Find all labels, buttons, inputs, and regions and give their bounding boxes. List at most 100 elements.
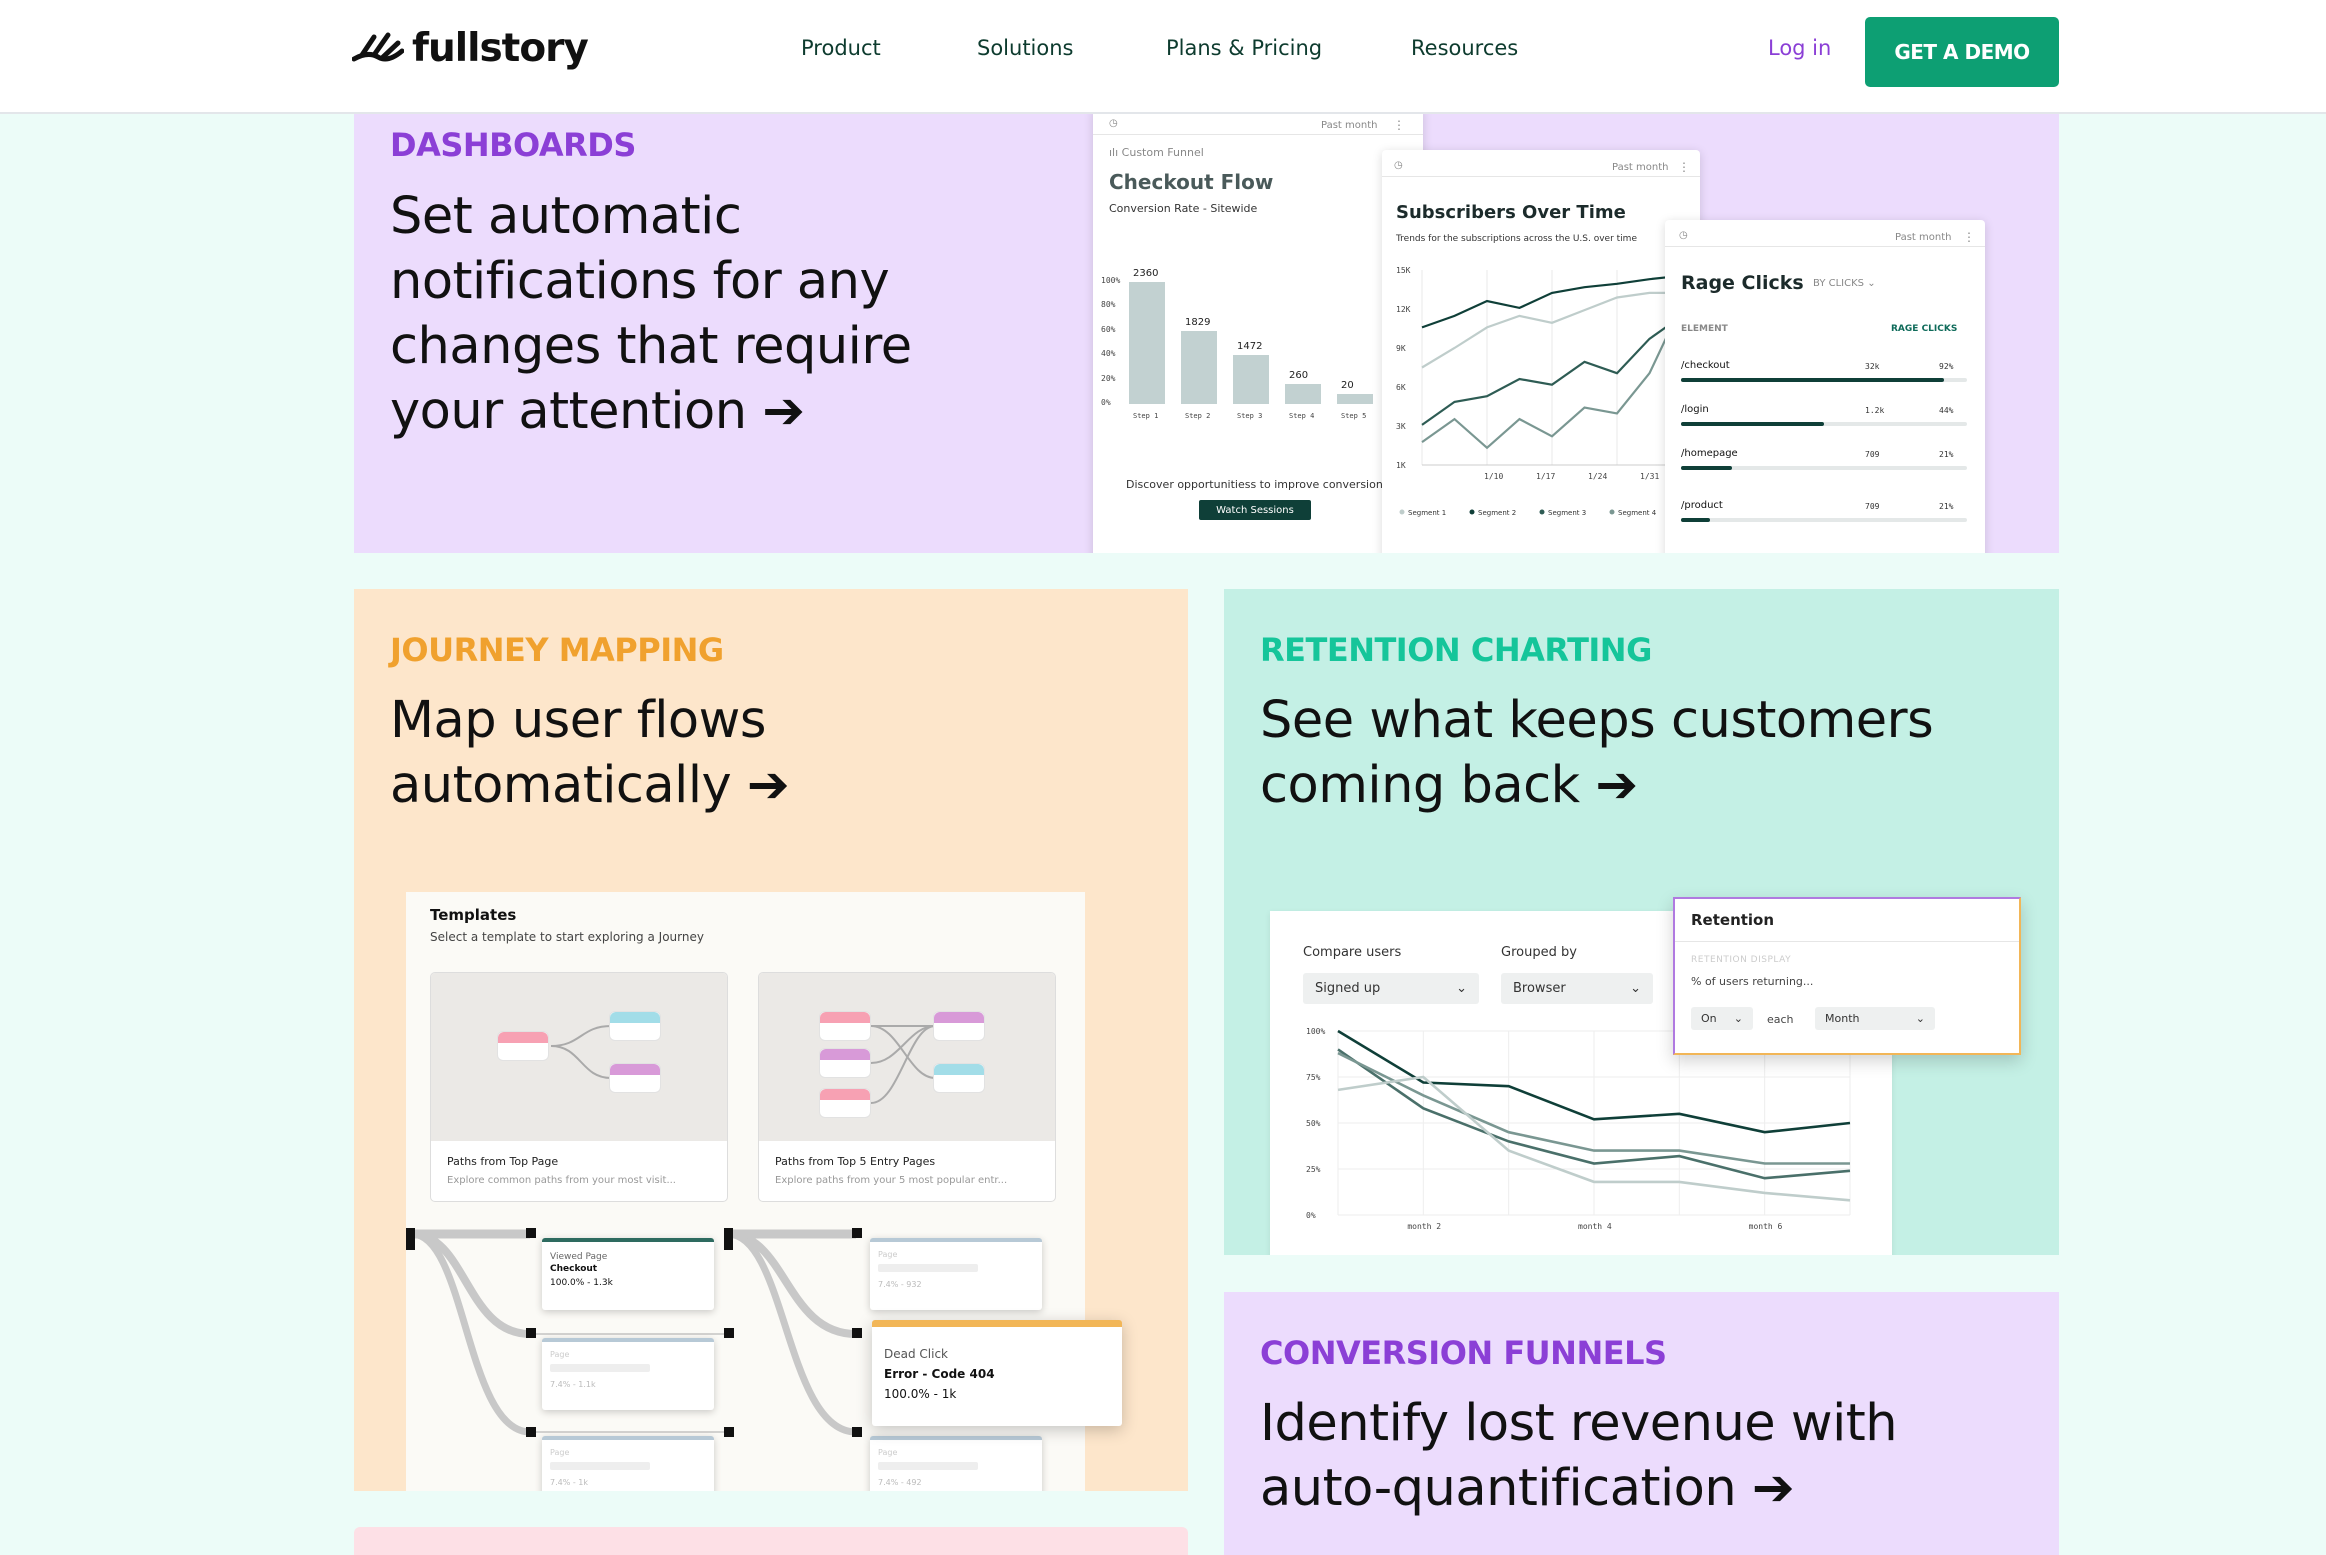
- grouped-by-select[interactable]: Browser ⌄: [1501, 973, 1653, 1004]
- flow-handle[interactable]: [724, 1228, 733, 1250]
- rage-count: 709: [1865, 450, 1880, 459]
- node-page[interactable]: Page 7.4% - 492: [870, 1436, 1042, 1491]
- nav-resources[interactable]: Resources: [1411, 36, 1518, 60]
- funnel-bar: [1233, 355, 1269, 404]
- journey-headline[interactable]: Map user flows automatically ➔: [390, 688, 950, 818]
- retention-charting-card[interactable]: RETENTION CHARTING See what keeps custom…: [1224, 589, 2059, 1255]
- next-card[interactable]: [354, 1527, 1188, 1555]
- flow-handle[interactable]: [406, 1228, 415, 1250]
- node-stat: 7.4% - 1k: [550, 1478, 589, 1487]
- node-checkout[interactable]: Viewed Page Checkout 100.0% - 1.3k: [542, 1238, 714, 1310]
- journey-kicker: JOURNEY MAPPING: [390, 631, 724, 669]
- node-page[interactable]: Page 7.4% - 1k: [542, 1436, 714, 1491]
- conversion-kicker: CONVERSION FUNNELS: [1260, 1334, 1667, 1372]
- rage-track: [1681, 422, 1967, 426]
- logo-text: fullstory: [412, 26, 589, 71]
- legend-label: Segment 4: [1618, 509, 1657, 517]
- flow-handle[interactable]: [526, 1427, 536, 1437]
- watch-sessions-button[interactable]: Watch Sessions: [1199, 500, 1311, 520]
- retention-popup-title: Retention: [1691, 911, 1775, 929]
- bar-value-label: 1829: [1185, 316, 1211, 328]
- node-pill: [819, 1048, 871, 1078]
- journey-ui: Templates Select a template to start exp…: [406, 892, 1122, 1491]
- compare-users-select[interactable]: Signed up ⌄: [1303, 973, 1479, 1004]
- x-tick: 1/17: [1536, 472, 1555, 481]
- flow-handle[interactable]: [852, 1328, 862, 1338]
- journey-mapping-card[interactable]: JOURNEY MAPPING Map user flows automatic…: [354, 589, 1188, 1491]
- rage-fill: [1681, 466, 1733, 470]
- node-stat: 7.4% - 932: [878, 1280, 922, 1289]
- month-select[interactable]: Month ⌄: [1815, 1007, 1935, 1030]
- template-title: Paths from Top 5 Entry Pages: [775, 1155, 936, 1168]
- node-pill: [819, 1088, 871, 1118]
- flow-handle[interactable]: [724, 1328, 734, 1338]
- y-tick: 50%: [1306, 1119, 1321, 1128]
- node-pill: [497, 1031, 549, 1061]
- nav-plans-pricing[interactable]: Plans & Pricing: [1166, 36, 1322, 60]
- template-title: Paths from Top Page: [447, 1155, 559, 1168]
- template-card-top-page[interactable]: Paths from Top Page Explore common paths…: [430, 972, 728, 1202]
- x-tick: Step 2: [1185, 412, 1211, 420]
- funnel-bar: [1129, 282, 1165, 404]
- on-select[interactable]: On ⌄: [1691, 1007, 1753, 1030]
- x-tick: Step 1: [1133, 412, 1159, 420]
- get-a-demo-button[interactable]: GET A DEMO: [1865, 17, 2059, 87]
- logo[interactable]: fullstory: [352, 26, 589, 71]
- dashboards-card[interactable]: DASHBOARDS Set automatic notifications f…: [354, 114, 2059, 553]
- y-tick: 6K: [1396, 383, 1406, 392]
- retention-headline[interactable]: See what keeps customers coming back ➔: [1260, 688, 2020, 818]
- bar-value-label: 20: [1341, 380, 1354, 392]
- login-link[interactable]: Log in: [1768, 36, 1831, 60]
- chevron-down-icon: ⌄: [1456, 981, 1467, 996]
- rage-element: /product: [1681, 500, 1723, 511]
- clock-icon: ◷: [1109, 118, 1118, 129]
- placeholder-line: [878, 1462, 978, 1470]
- flow-handle[interactable]: [526, 1328, 536, 1338]
- dashboards-headline[interactable]: Set automatic notifications for any chan…: [390, 184, 1010, 444]
- rage-track: [1681, 378, 1967, 382]
- conversion-funnels-card[interactable]: CONVERSION FUNNELS Identify lost revenue…: [1224, 1292, 2059, 1555]
- subscribers-period: Past month: [1612, 162, 1669, 173]
- y-tick: 12K: [1396, 305, 1411, 314]
- more-icon[interactable]: ⋮: [1393, 118, 1405, 132]
- placeholder-line: [550, 1462, 650, 1470]
- site-header: fullstory Product Solutions Plans & Pric…: [0, 0, 2326, 114]
- bar-value-label: 260: [1289, 370, 1309, 382]
- rage-count: 32k: [1865, 362, 1880, 371]
- clock-icon: ◷: [1394, 160, 1403, 171]
- funnel-bar: [1337, 394, 1373, 404]
- y-tick: 25%: [1306, 1165, 1321, 1174]
- node-dead-click[interactable]: Dead Click Error - Code 404 100.0% - 1k: [872, 1320, 1122, 1426]
- node-label: Page: [878, 1250, 898, 1259]
- template-card-top-5-entry[interactable]: Paths from Top 5 Entry Pages Explore pat…: [758, 972, 1056, 1202]
- placeholder-line: [878, 1264, 978, 1272]
- templates-title: Templates: [430, 906, 517, 924]
- legend-label: Segment 1: [1408, 509, 1446, 517]
- retention-display-value[interactable]: % of users returning...: [1691, 975, 1813, 988]
- each-label: each: [1767, 1013, 1794, 1026]
- node-label: Viewed Page: [550, 1252, 608, 1262]
- chevron-down-icon: ⌄: [1733, 1012, 1743, 1025]
- flow-preview-icon: [870, 1025, 936, 1104]
- legend-label: Segment 3: [1548, 509, 1586, 517]
- node-page[interactable]: Page 7.4% - 1.1k: [542, 1338, 714, 1410]
- legend-dot-icon: [1539, 509, 1545, 515]
- rage-pct: 21%: [1939, 450, 1954, 459]
- rage-track: [1681, 466, 1967, 470]
- node-stat: 100.0% - 1.3k: [550, 1278, 613, 1288]
- flow-handle[interactable]: [852, 1228, 862, 1238]
- conversion-headline[interactable]: Identify lost revenue with auto-quantifi…: [1260, 1391, 2040, 1521]
- template-preview: [431, 973, 727, 1141]
- retention-popup[interactable]: Retention RETENTION DISPLAY % of users r…: [1673, 897, 2021, 1055]
- node-page[interactable]: Page 7.4% - 932: [870, 1238, 1042, 1310]
- template-desc: Explore common paths from your most visi…: [447, 1175, 676, 1186]
- nav-solutions[interactable]: Solutions: [977, 36, 1074, 60]
- nav-product[interactable]: Product: [801, 36, 881, 60]
- compare-users-label: Compare users: [1303, 945, 1402, 960]
- flow-handle[interactable]: [852, 1427, 862, 1437]
- flow-handle[interactable]: [526, 1228, 536, 1238]
- node-stat: 7.4% - 1.1k: [550, 1380, 596, 1389]
- flow-handle[interactable]: [724, 1427, 734, 1437]
- more-icon[interactable]: ⋮: [1678, 160, 1690, 174]
- checkout-period: Past month: [1321, 120, 1378, 131]
